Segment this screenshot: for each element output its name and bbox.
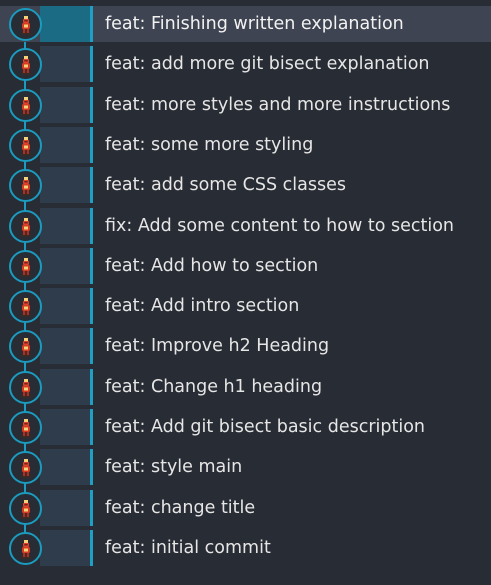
user-avatar-icon — [20, 418, 31, 437]
commit-row[interactable]: feat: initial commit — [0, 530, 491, 566]
commit-row-bar — [40, 409, 90, 445]
commit-message: feat: initial commit — [105, 538, 271, 558]
commit-row-bar — [40, 288, 90, 324]
user-avatar-icon — [20, 257, 31, 276]
user-avatar-icon — [20, 55, 31, 74]
user-avatar-icon — [20, 378, 31, 397]
commit-row-accent — [90, 369, 93, 405]
commit-node[interactable] — [9, 330, 42, 363]
commit-row-accent — [90, 6, 93, 42]
commit-row-bar — [40, 167, 90, 203]
commit-message: feat: add some CSS classes — [105, 175, 347, 195]
commit-row-bar — [40, 490, 90, 526]
commit-message: feat: style main — [105, 457, 243, 477]
commit-row[interactable]: feat: Add git bisect basic description — [0, 409, 491, 445]
commit-row-bar — [40, 127, 90, 163]
commit-row[interactable]: feat: Improve h2 Heading — [0, 328, 491, 364]
commit-message: fix: Add some content to how to section — [105, 216, 455, 236]
commit-message: feat: Add intro section — [105, 296, 300, 316]
commit-row[interactable]: feat: add more git bisect explanation — [0, 46, 491, 82]
commit-row-accent — [90, 87, 93, 123]
commit-node[interactable] — [9, 371, 42, 404]
commit-row[interactable]: feat: more styles and more instructions — [0, 87, 491, 123]
commit-node[interactable] — [9, 8, 42, 41]
commit-graph: feat: Finishing written explanation feat:… — [0, 0, 491, 585]
commit-node[interactable] — [9, 89, 42, 122]
commit-row-accent — [90, 127, 93, 163]
commit-message: feat: Finishing written explanation — [105, 14, 404, 34]
commit-row-accent — [90, 248, 93, 284]
commit-message: feat: Add how to section — [105, 256, 319, 276]
commit-row[interactable]: feat: Finishing written explanation — [0, 6, 491, 42]
commit-row[interactable]: feat: some more styling — [0, 127, 491, 163]
commit-row-accent — [90, 46, 93, 82]
commit-row-bar — [40, 87, 90, 123]
commit-node[interactable] — [9, 451, 42, 484]
commit-row-accent — [90, 208, 93, 244]
user-avatar-icon — [20, 499, 31, 518]
commit-row-accent — [90, 328, 93, 364]
commit-row[interactable]: feat: Add intro section — [0, 288, 491, 324]
commit-node[interactable] — [9, 492, 42, 525]
commit-message: feat: more styles and more instructions — [105, 95, 451, 115]
commit-row[interactable]: feat: style main — [0, 449, 491, 485]
commit-row[interactable]: feat: add some CSS classes — [0, 167, 491, 203]
user-avatar-icon — [20, 96, 31, 115]
commit-row-bar — [40, 530, 90, 566]
commit-row-accent — [90, 167, 93, 203]
commit-node[interactable] — [9, 48, 42, 81]
user-avatar-icon — [20, 297, 31, 316]
commit-row-accent — [90, 530, 93, 566]
commit-row-bar — [40, 248, 90, 284]
commit-row-bar — [40, 46, 90, 82]
user-avatar-icon — [20, 458, 31, 477]
commit-row-bar — [40, 449, 90, 485]
commit-message: feat: Improve h2 Heading — [105, 336, 330, 356]
user-avatar-icon — [20, 337, 31, 356]
commit-row-accent — [90, 288, 93, 324]
commit-node[interactable] — [9, 210, 42, 243]
commit-node[interactable] — [9, 532, 42, 565]
commit-node[interactable] — [9, 250, 42, 283]
commit-row-bar — [40, 369, 90, 405]
commit-message: feat: Add git bisect basic description — [105, 417, 426, 437]
commit-row-bar — [40, 328, 90, 364]
commit-row[interactable]: feat: change title — [0, 490, 491, 526]
commit-row[interactable]: feat: Add how to section — [0, 248, 491, 284]
commit-message: feat: add more git bisect explanation — [105, 54, 430, 74]
user-avatar-icon — [20, 136, 31, 155]
commit-message: feat: Change h1 heading — [105, 377, 323, 397]
user-avatar-icon — [20, 176, 31, 195]
commit-message: feat: some more styling — [105, 135, 314, 155]
commit-row[interactable]: fix: Add some content to how to section — [0, 208, 491, 244]
user-avatar-icon — [20, 217, 31, 236]
commit-row-accent — [90, 409, 93, 445]
commit-node[interactable] — [9, 169, 42, 202]
commit-row-accent — [90, 449, 93, 485]
commit-row-accent — [90, 490, 93, 526]
commit-row-bar — [40, 208, 90, 244]
commit-node[interactable] — [9, 411, 42, 444]
user-avatar-icon — [20, 539, 31, 558]
commit-row-bar — [40, 6, 90, 42]
commit-message: feat: change title — [105, 498, 256, 518]
user-avatar-icon — [20, 15, 31, 34]
commit-node[interactable] — [9, 129, 42, 162]
commit-node[interactable] — [9, 290, 42, 323]
commit-row[interactable]: feat: Change h1 heading — [0, 369, 491, 405]
